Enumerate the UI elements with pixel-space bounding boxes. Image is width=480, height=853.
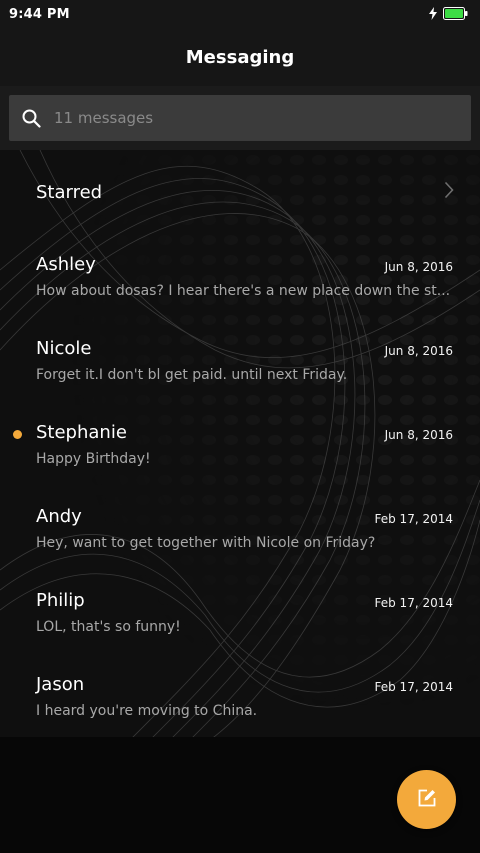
message-date: Jun 8, 2016 <box>384 428 453 442</box>
conversation-list: Starred Ashley Jun 8, 2016 How about dos… <box>0 150 480 738</box>
conversation-row[interactable]: Nicole Jun 8, 2016 Forget it.I don't bl … <box>0 318 480 402</box>
contact-name: Ashley <box>36 254 96 275</box>
compose-icon <box>418 789 436 811</box>
status-icons <box>429 5 468 24</box>
message-date: Jun 8, 2016 <box>384 260 453 274</box>
charging-bolt-icon <box>429 5 437 24</box>
battery-icon <box>443 5 468 24</box>
message-date: Feb 17, 2014 <box>374 512 454 526</box>
status-bar: 9:44 PM <box>0 0 480 28</box>
app-header: Messaging <box>0 28 480 86</box>
compose-button[interactable] <box>397 770 456 829</box>
starred-label: Starred <box>36 181 103 203</box>
unread-indicator <box>13 430 22 439</box>
chevron-right-icon <box>444 181 454 203</box>
message-preview: I heard you're moving to China. <box>36 703 258 719</box>
conversation-row[interactable]: Andy Feb 17, 2014 Hey, want to get toget… <box>0 486 480 570</box>
conversation-row[interactable]: Philip Feb 17, 2014 LOL, that's so funny… <box>0 570 480 654</box>
page-title: Messaging <box>185 46 295 68</box>
conversation-row[interactable]: Jason Feb 17, 2014 I heard you're moving… <box>0 654 480 738</box>
contact-name: Jason <box>36 674 85 695</box>
search-icon <box>9 95 53 141</box>
message-date: Feb 17, 2014 <box>374 680 454 694</box>
contact-name: Nicole <box>36 338 92 359</box>
message-preview: Hey, want to get together with Nicole on… <box>36 535 376 551</box>
message-date: Feb 17, 2014 <box>374 596 454 610</box>
contact-name: Stephanie <box>36 422 127 443</box>
search-input[interactable]: 11 messages <box>9 95 471 141</box>
conversation-row[interactable]: Stephanie Jun 8, 2016 Happy Birthday! <box>0 402 480 486</box>
message-preview: Happy Birthday! <box>36 451 151 467</box>
status-time: 9:44 PM <box>9 6 70 22</box>
message-date: Jun 8, 2016 <box>384 344 453 358</box>
message-preview: LOL, that's so funny! <box>36 619 181 635</box>
contact-name: Philip <box>36 590 85 611</box>
contact-name: Andy <box>36 506 82 527</box>
conversation-row[interactable]: Ashley Jun 8, 2016 How about dosas? I he… <box>0 234 480 318</box>
message-preview: How about dosas? I hear there's a new pl… <box>36 283 451 299</box>
starred-row[interactable]: Starred <box>0 150 480 234</box>
search-bar-container: 11 messages <box>0 86 480 150</box>
search-placeholder: 11 messages <box>54 109 154 127</box>
message-preview: Forget it.I don't bl get paid. until nex… <box>36 367 348 383</box>
